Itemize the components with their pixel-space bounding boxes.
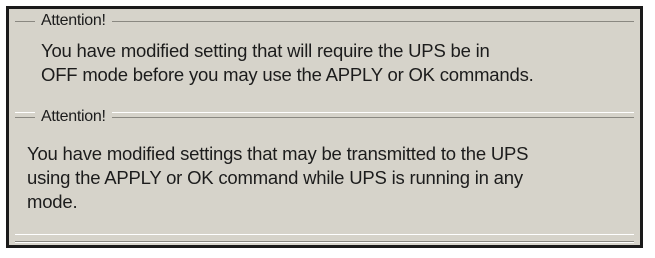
attention-group-running: Attention! You have modified settings th…: [15, 107, 634, 234]
running-mode-info-text: You have modified settings that may be t…: [27, 143, 529, 212]
off-mode-warning-text: You have modified setting that will requ…: [41, 40, 534, 85]
attention-panel: Attention! You have modified setting tha…: [6, 6, 643, 248]
group-divider: [15, 241, 634, 242]
attention-legend: Attention!: [35, 107, 112, 127]
attention-legend: Attention!: [35, 11, 112, 31]
attention-group-off-mode: Attention! You have modified setting tha…: [15, 11, 634, 112]
